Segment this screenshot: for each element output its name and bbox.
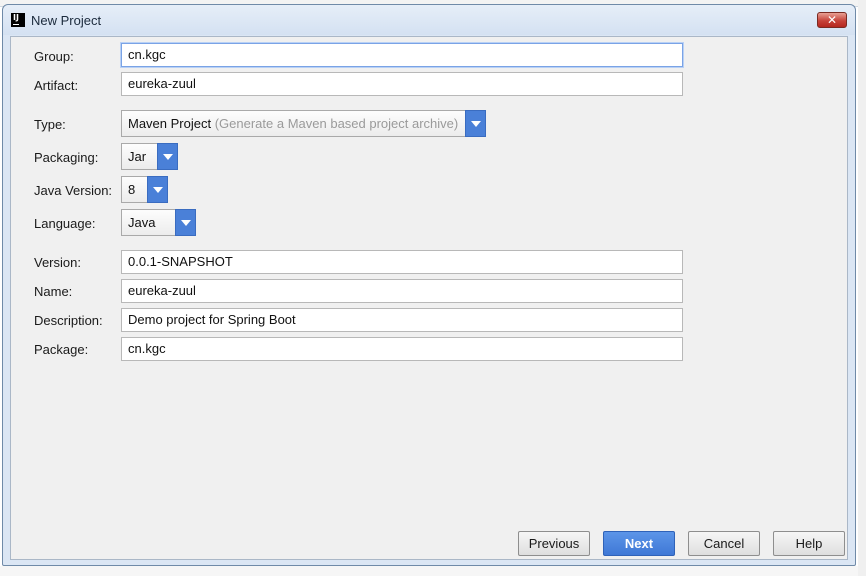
type-label: Type: bbox=[34, 117, 66, 132]
artifact-field[interactable]: eureka-zuul bbox=[121, 72, 683, 96]
packaging-label: Packaging: bbox=[34, 150, 99, 165]
intellij-icon: IJ bbox=[11, 13, 25, 27]
group-label: Group: bbox=[34, 49, 74, 64]
version-field[interactable]: 0.0.1-SNAPSHOT bbox=[121, 250, 683, 274]
group-field[interactable]: cn.kgc bbox=[121, 43, 683, 67]
language-label: Language: bbox=[34, 216, 96, 231]
version-label: Version: bbox=[34, 255, 81, 270]
chevron-down-icon[interactable] bbox=[147, 176, 168, 203]
previous-button[interactable]: Previous bbox=[518, 531, 590, 556]
description-field[interactable]: Demo project for Spring Boot bbox=[121, 308, 683, 332]
next-button[interactable]: Next bbox=[603, 531, 675, 556]
new-project-dialog: IJ New Project ✕ Group: cn.kgc Artifact:… bbox=[2, 4, 856, 566]
type-dropdown[interactable]: Maven Project (Generate a Maven based pr… bbox=[121, 110, 486, 137]
background-ide-edge bbox=[858, 0, 866, 576]
cancel-button[interactable]: Cancel bbox=[688, 531, 760, 556]
name-field[interactable]: eureka-zuul bbox=[121, 279, 683, 303]
java-version-dropdown[interactable]: 8 bbox=[121, 176, 168, 203]
package-label: Package: bbox=[34, 342, 89, 357]
window-title: New Project bbox=[31, 13, 102, 28]
description-label: Description: bbox=[34, 313, 103, 328]
dialog-content: Group: cn.kgc Artifact: eureka-zuul Type… bbox=[10, 36, 848, 560]
help-button[interactable]: Help bbox=[773, 531, 845, 556]
java-version-value: 8 bbox=[128, 182, 136, 197]
artifact-label: Artifact: bbox=[34, 78, 79, 93]
chevron-down-icon[interactable] bbox=[157, 143, 178, 170]
background-ide-project-tree bbox=[0, 566, 866, 576]
chevron-down-icon[interactable] bbox=[465, 110, 486, 137]
java-version-label: Java Version: bbox=[34, 183, 113, 198]
close-button[interactable]: ✕ bbox=[817, 12, 847, 28]
packaging-value: Jar bbox=[128, 149, 147, 164]
language-value: Java bbox=[128, 215, 156, 230]
name-label: Name: bbox=[34, 284, 73, 299]
language-dropdown[interactable]: Java bbox=[121, 209, 196, 236]
type-hint: (Generate a Maven based project archive) bbox=[214, 116, 459, 131]
package-field[interactable]: cn.kgc bbox=[121, 337, 683, 361]
chevron-down-icon[interactable] bbox=[175, 209, 196, 236]
packaging-dropdown[interactable]: Jar bbox=[121, 143, 178, 170]
title-bar[interactable]: IJ New Project ✕ bbox=[3, 5, 855, 35]
type-value: Maven Project bbox=[128, 116, 212, 131]
